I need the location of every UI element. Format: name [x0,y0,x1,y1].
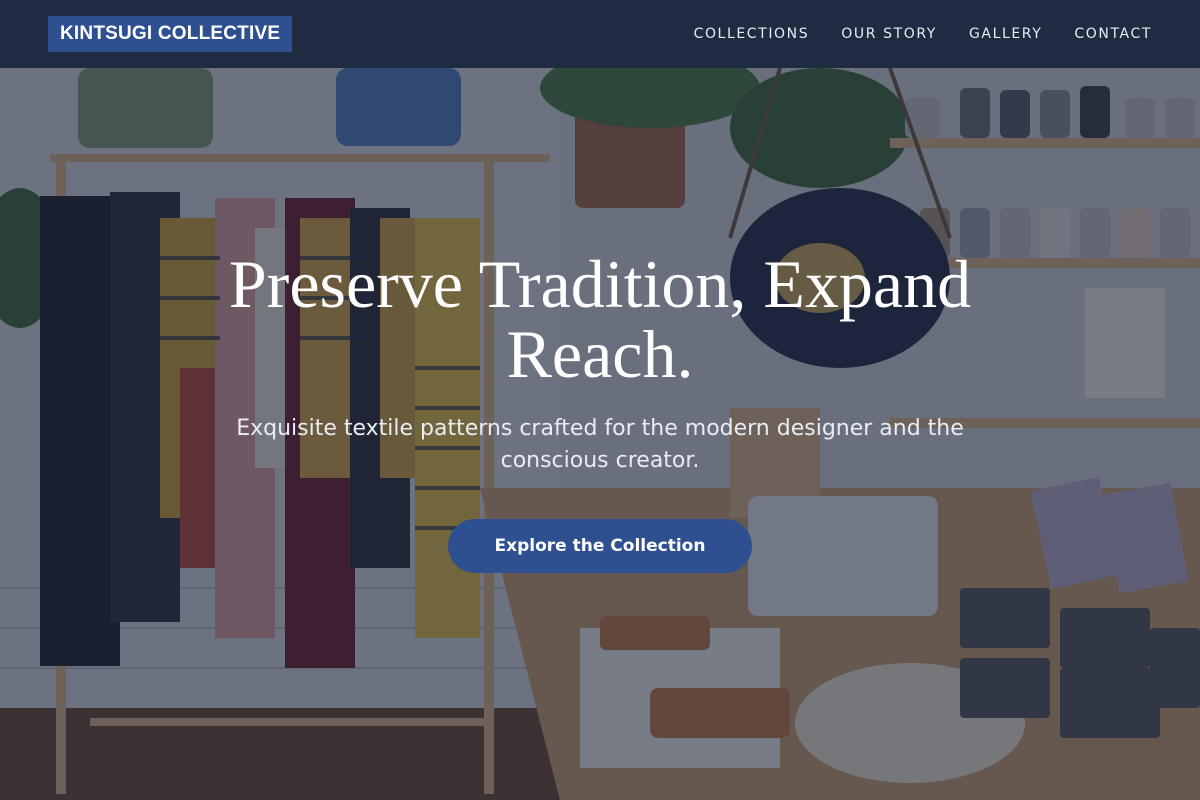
explore-collection-button[interactable]: Explore the Collection [448,519,752,573]
brand-logo[interactable]: KINTSUGI COLLECTIVE [48,16,293,52]
site-header: KINTSUGI COLLECTIVE COLLECTIONS OUR STOR… [0,0,1200,68]
nav-link-contact[interactable]: CONTACT [1074,26,1152,42]
hero-headline: Preserve Tradition, Expand Reach. [228,246,972,392]
hero-content: Preserve Tradition, Expand Reach. Exquis… [0,68,1200,800]
hero-subhead: Exquisite textile patterns crafted for t… [236,416,964,473]
nav-link-gallery[interactable]: GALLERY [969,26,1042,42]
nav-link-our-story[interactable]: OUR STORY [841,26,937,42]
nav-link-collections[interactable]: COLLECTIONS [694,26,810,42]
main-nav: COLLECTIONS OUR STORY GALLERY CONTACT [694,26,1152,42]
